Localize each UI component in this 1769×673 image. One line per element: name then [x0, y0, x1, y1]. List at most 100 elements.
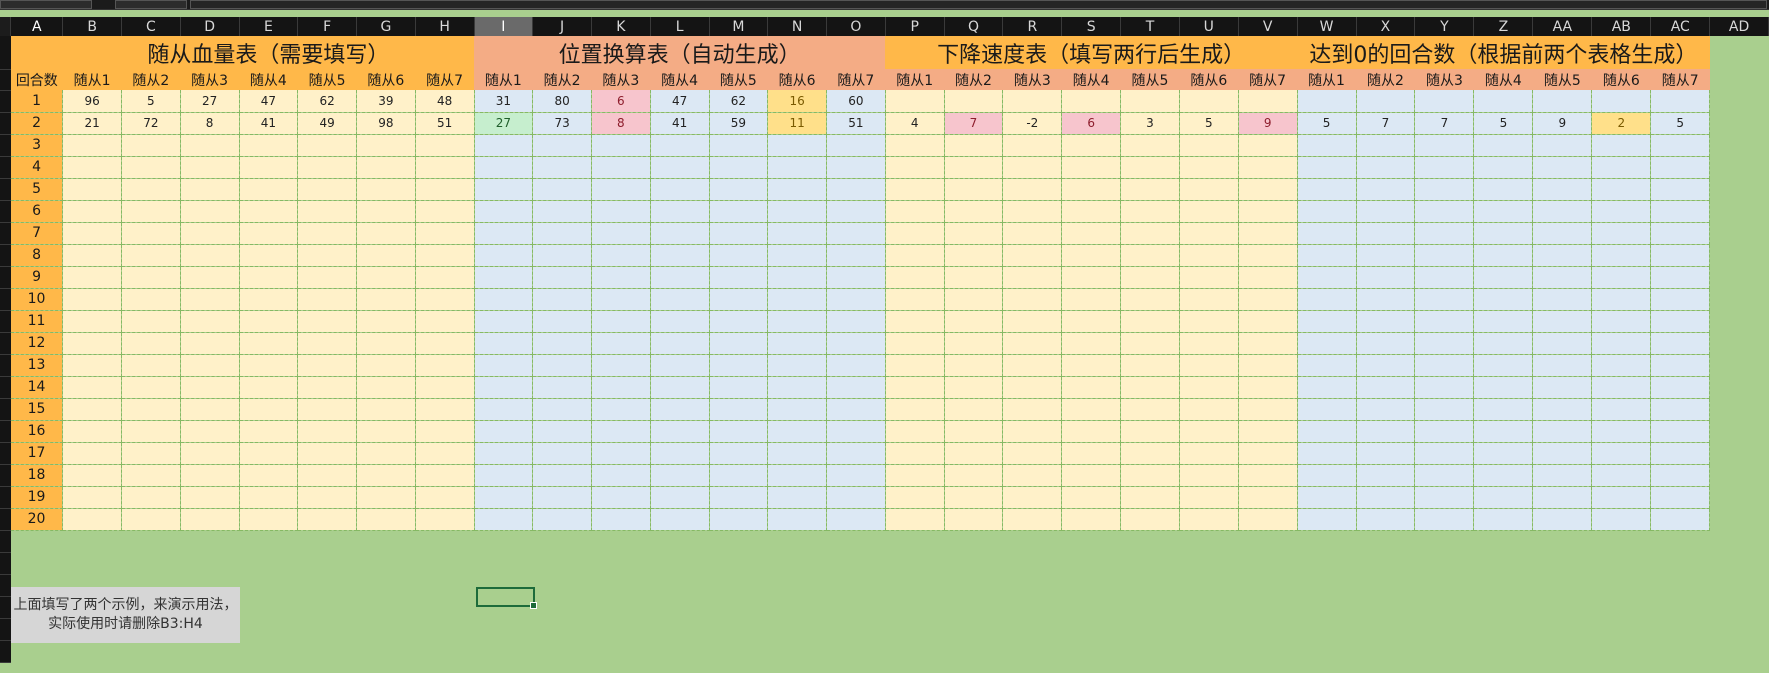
speed-cell[interactable]	[1238, 464, 1298, 487]
hp-cell[interactable]	[180, 266, 240, 289]
hp-cell[interactable]	[415, 332, 475, 355]
rounds-cell[interactable]	[1297, 244, 1357, 267]
round-number-cell[interactable]: 8	[10, 244, 64, 267]
hp-cell[interactable]	[297, 354, 357, 377]
hp-cell[interactable]	[297, 508, 357, 531]
position-cell[interactable]	[591, 464, 651, 487]
rounds-cell[interactable]	[1473, 288, 1534, 311]
hp-cell[interactable]	[121, 222, 181, 245]
rounds-cell[interactable]	[1591, 486, 1652, 509]
speed-cell[interactable]	[1238, 156, 1298, 179]
speed-cell[interactable]	[885, 90, 945, 113]
rounds-cell[interactable]	[1473, 134, 1534, 157]
position-cell[interactable]	[532, 266, 592, 289]
speed-cell[interactable]: -2	[1002, 112, 1063, 135]
position-cell[interactable]: 59	[709, 112, 769, 135]
round-number-cell[interactable]: 19	[10, 486, 64, 509]
position-cell[interactable]	[532, 134, 592, 157]
empty-cell[interactable]	[1710, 266, 1769, 288]
speed-cell[interactable]	[1120, 442, 1180, 465]
position-cell[interactable]	[591, 266, 651, 289]
speed-cell[interactable]: 6	[1061, 112, 1122, 135]
speed-cell[interactable]	[885, 244, 945, 267]
position-cell[interactable]	[532, 222, 592, 245]
row-header[interactable]	[0, 530, 11, 553]
rounds-cell[interactable]	[1473, 156, 1534, 179]
column-header-p[interactable]: P	[885, 17, 945, 36]
speed-cell[interactable]: 4	[885, 112, 945, 135]
position-cell[interactable]	[591, 508, 651, 531]
rounds-cell[interactable]	[1473, 508, 1534, 531]
column-header-o[interactable]: O	[826, 17, 886, 36]
speed-cell[interactable]	[944, 156, 1004, 179]
empty-cell[interactable]	[1710, 288, 1769, 310]
position-cell[interactable]	[767, 464, 827, 487]
rounds-cell[interactable]	[1356, 156, 1416, 179]
hp-cell[interactable]	[415, 464, 475, 487]
rounds-cell[interactable]	[1297, 266, 1357, 289]
rounds-cell[interactable]	[1532, 244, 1593, 267]
position-cell[interactable]	[826, 508, 886, 531]
speed-cell[interactable]	[1002, 332, 1063, 355]
position-cell[interactable]	[474, 464, 534, 487]
row-header[interactable]	[0, 354, 11, 377]
speed-cell[interactable]	[944, 288, 1004, 311]
hp-cell[interactable]	[356, 398, 416, 421]
column-header-ad[interactable]: AD	[1709, 17, 1769, 36]
position-cell[interactable]	[767, 178, 827, 201]
speed-cell[interactable]	[1002, 398, 1063, 421]
speed-cell[interactable]	[944, 464, 1004, 487]
hp-cell[interactable]	[180, 156, 240, 179]
rounds-cell[interactable]	[1591, 288, 1652, 311]
position-cell[interactable]	[650, 420, 710, 443]
rounds-cell[interactable]	[1356, 464, 1416, 487]
rounds-cell[interactable]	[1650, 156, 1711, 179]
position-cell[interactable]	[767, 508, 827, 531]
round-number-cell[interactable]: 15	[10, 398, 64, 421]
column-header-x[interactable]: X	[1356, 17, 1416, 36]
position-cell[interactable]	[650, 376, 710, 399]
position-cell[interactable]	[591, 156, 651, 179]
speed-cell[interactable]	[1238, 310, 1298, 333]
rounds-cell[interactable]	[1297, 288, 1357, 311]
empty-cell[interactable]	[10, 596, 1769, 618]
rounds-cell[interactable]	[1297, 508, 1357, 531]
position-cell[interactable]: 62	[709, 90, 769, 113]
rounds-cell[interactable]	[1591, 508, 1652, 531]
rounds-cell[interactable]	[1414, 266, 1475, 289]
hp-cell[interactable]	[121, 398, 181, 421]
row-header[interactable]	[0, 574, 11, 597]
hp-cell[interactable]	[62, 398, 122, 421]
position-cell[interactable]	[532, 376, 592, 399]
hp-cell[interactable]	[356, 464, 416, 487]
rounds-cell[interactable]	[1532, 420, 1593, 443]
rounds-cell[interactable]	[1532, 332, 1593, 355]
position-cell[interactable]	[650, 398, 710, 421]
speed-cell[interactable]	[1061, 376, 1122, 399]
rounds-cell[interactable]	[1532, 178, 1593, 201]
rounds-cell[interactable]	[1297, 200, 1357, 223]
speed-cell[interactable]	[1179, 134, 1239, 157]
position-cell[interactable]	[591, 244, 651, 267]
speed-cell[interactable]	[885, 332, 945, 355]
hp-cell[interactable]	[415, 376, 475, 399]
position-cell[interactable]	[650, 310, 710, 333]
hp-cell[interactable]	[239, 420, 299, 443]
position-cell[interactable]	[826, 134, 886, 157]
position-cell[interactable]	[709, 310, 769, 333]
rounds-cell[interactable]	[1356, 310, 1416, 333]
speed-cell[interactable]	[1238, 266, 1298, 289]
hp-cell[interactable]: 72	[121, 112, 181, 135]
speed-cell[interactable]	[1061, 90, 1122, 113]
rounds-cell[interactable]	[1356, 398, 1416, 421]
position-cell[interactable]	[532, 200, 592, 223]
round-number-cell[interactable]: 11	[10, 310, 64, 333]
speed-cell[interactable]	[1002, 156, 1063, 179]
hp-cell[interactable]	[121, 178, 181, 201]
position-cell[interactable]	[532, 398, 592, 421]
empty-cell[interactable]	[1710, 508, 1769, 530]
rounds-cell[interactable]	[1356, 420, 1416, 443]
speed-cell[interactable]	[944, 442, 1004, 465]
position-cell[interactable]	[532, 508, 592, 531]
position-cell[interactable]	[709, 288, 769, 311]
